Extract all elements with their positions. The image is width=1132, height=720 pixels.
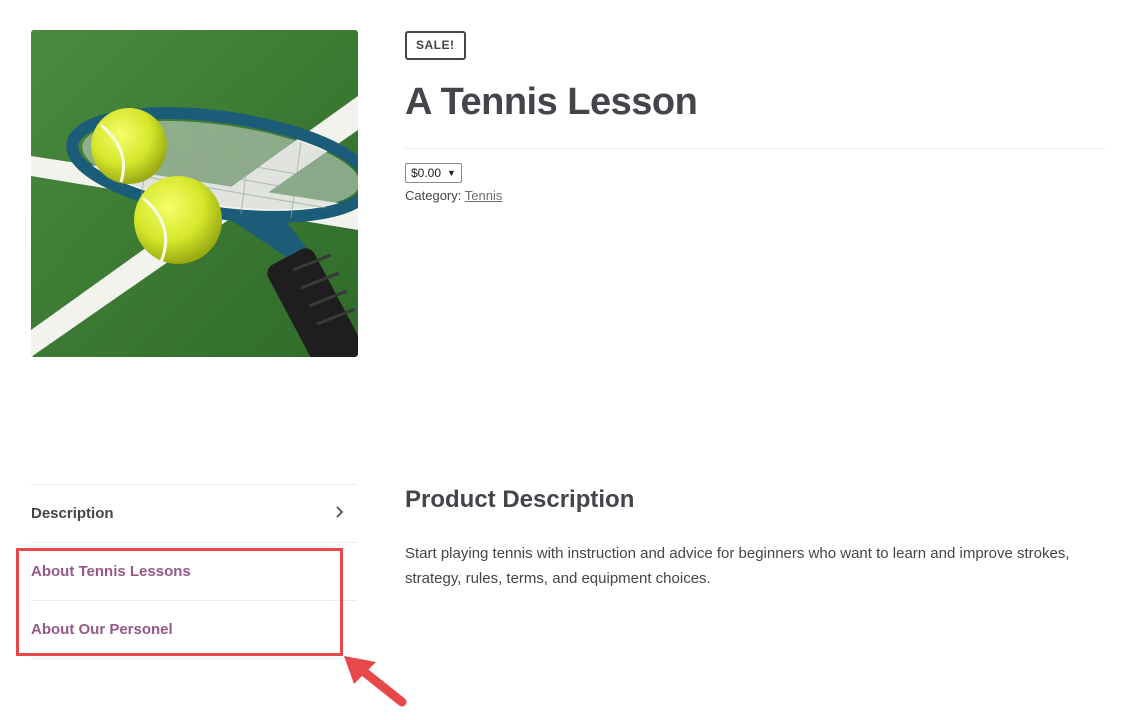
chevron-down-icon: ▼ — [447, 168, 456, 178]
product-title: A Tennis Lesson — [405, 81, 698, 123]
highlight-box — [16, 548, 343, 656]
arrow-icon — [340, 650, 410, 720]
chevron-right-icon — [335, 505, 345, 523]
product-image[interactable] — [31, 30, 358, 357]
product-category: Category: Tennis — [405, 188, 502, 203]
sale-badge: SALE! — [405, 31, 466, 60]
category-label: Category: — [405, 188, 462, 203]
tab-label: Description — [31, 505, 114, 522]
description-text: Start playing tennis with instruction an… — [405, 545, 1070, 587]
category-link[interactable]: Tennis — [465, 188, 503, 203]
price-select[interactable]: $0.00 ▼ — [405, 163, 462, 183]
description-heading: Product Description — [405, 486, 635, 513]
title-divider — [405, 148, 1105, 149]
tab-description[interactable]: Description — [31, 485, 357, 543]
price-select-value: $0.00 — [411, 166, 442, 180]
tennis-racket-and-balls-photo — [31, 30, 358, 357]
